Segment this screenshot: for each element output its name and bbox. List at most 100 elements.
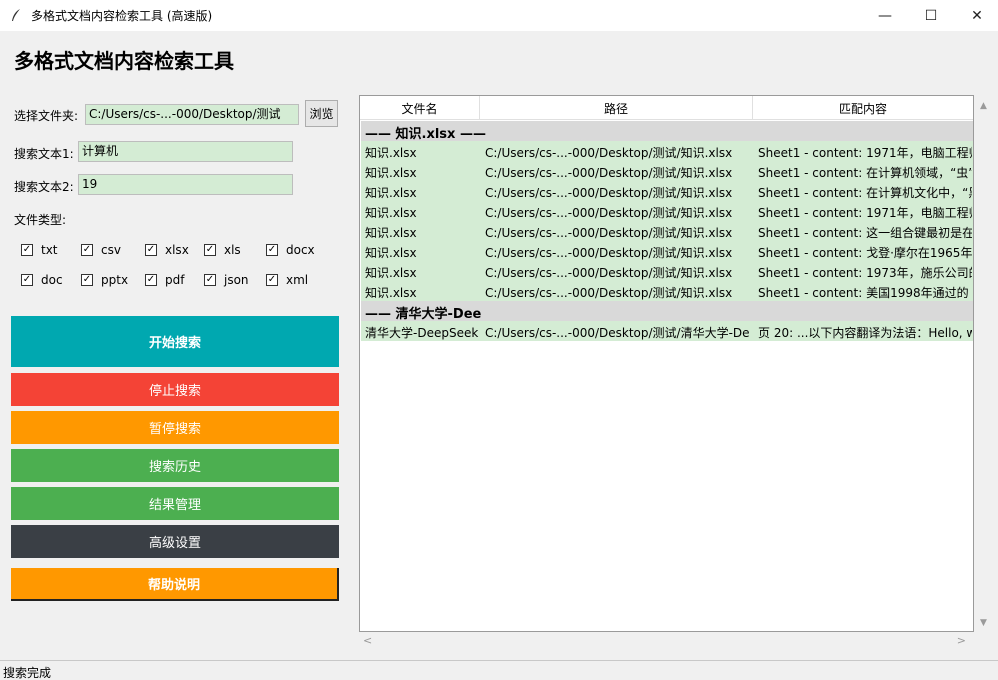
table-row[interactable]: 知识.xlsx C:/Users/cs-...-000/Desktop/测试/知…	[361, 181, 973, 201]
cell-path: C:/Users/cs-...-000/Desktop/测试/知识.xlsx	[485, 246, 733, 260]
search-history-button[interactable]: 搜索历史	[11, 449, 339, 482]
cell-path: C:/Users/cs-...-000/Desktop/测试/知识.xlsx	[485, 226, 733, 240]
checkbox-label: csv	[101, 243, 121, 257]
checkbox-pptx[interactable]: ✓ pptx	[81, 273, 128, 287]
cell-match: Sheet1 - content: 1971年，电脑工程师	[758, 206, 972, 220]
checkbox-label: json	[224, 273, 249, 287]
cell-filename: 清华大学-DeepSeek	[365, 326, 479, 340]
window-title: 多格式文档内容检索工具 (高速版)	[31, 9, 213, 23]
column-header-filename[interactable]: 文件名	[360, 96, 480, 120]
checkbox-docx[interactable]: ✓ docx	[266, 243, 315, 257]
checkbox-check-icon: ✓	[81, 274, 93, 286]
cell-path: C:/Users/cs-...-000/Desktop/测试/知识.xlsx	[485, 186, 733, 200]
table-row[interactable]: 知识.xlsx C:/Users/cs-...-000/Desktop/测试/知…	[361, 261, 973, 281]
folder-path-input[interactable]: C:/Users/cs-...-000/Desktop/测试	[85, 104, 299, 125]
maximize-button[interactable]: ☐	[908, 0, 954, 31]
cell-filename: 知识.xlsx	[365, 266, 417, 280]
table-row[interactable]: 知识.xlsx C:/Users/cs-...-000/Desktop/测试/知…	[361, 201, 973, 221]
cell-filename: 知识.xlsx	[365, 186, 417, 200]
filetypes-label: 文件类型:	[14, 213, 67, 227]
help-button[interactable]: 帮助说明	[11, 568, 339, 601]
checkbox-check-icon: ✓	[266, 274, 278, 286]
checkbox-check-icon: ✓	[204, 244, 216, 256]
checkbox-pdf[interactable]: ✓ pdf	[145, 273, 184, 287]
checkbox-check-icon: ✓	[266, 244, 278, 256]
column-header-path[interactable]: 路径	[480, 96, 753, 120]
group-title: —— 清华大学-Dee	[365, 307, 482, 322]
checkbox-label: pptx	[101, 273, 129, 287]
checkbox-csv[interactable]: ✓ csv	[81, 243, 121, 257]
scroll-down-icon[interactable]: ▼	[980, 618, 987, 628]
table-row[interactable]: 清华大学-DeepSeek C:/Users/cs-...-000/Deskto…	[361, 321, 973, 341]
cell-match: Sheet1 - content: 1973年，施乐公司的	[758, 266, 972, 280]
checkbox-label: txt	[41, 243, 58, 257]
checkbox-json[interactable]: ✓ json	[204, 273, 249, 287]
search-text2-label: 搜索文本2:	[14, 180, 74, 194]
checkbox-check-icon: ✓	[145, 274, 157, 286]
cell-filename: 知识.xlsx	[365, 206, 417, 220]
checkbox-label: xlsx	[165, 243, 189, 257]
close-icon: ✕	[971, 7, 983, 24]
status-bar: 搜索完成	[0, 660, 998, 680]
minimize-button[interactable]: —	[862, 0, 908, 31]
checkbox-check-icon: ✓	[81, 244, 93, 256]
start-search-button[interactable]: 开始搜索	[11, 316, 339, 367]
cell-path: C:/Users/cs-...-000/Desktop/测试/知识.xlsx	[485, 206, 733, 220]
search-text1-label: 搜索文本1:	[14, 147, 74, 161]
checkbox-label: pdf	[165, 273, 185, 287]
cell-match: Sheet1 - content: 在计算机领域，“虫”	[758, 166, 972, 180]
checkbox-check-icon: ✓	[145, 244, 157, 256]
results-table[interactable]: 文件名 路径 匹配内容 —— 知识.xlsx —— 知识.xlsx C:/Use…	[359, 95, 974, 632]
checkbox-xls[interactable]: ✓ xls	[204, 243, 241, 257]
table-row[interactable]: 知识.xlsx C:/Users/cs-...-000/Desktop/测试/知…	[361, 141, 973, 161]
table-header: 文件名 路径 匹配内容	[360, 96, 973, 120]
pause-search-button[interactable]: 暂停搜索	[11, 411, 339, 444]
cell-path: C:/Users/cs-...-000/Desktop/测试/知识.xlsx	[485, 266, 733, 280]
checkbox-label: xls	[224, 243, 241, 257]
horizontal-scrollbar[interactable]: < >	[359, 634, 974, 648]
advanced-settings-button[interactable]: 高级设置	[11, 525, 339, 558]
browse-button[interactable]: 浏览	[305, 100, 338, 127]
table-row[interactable]: 知识.xlsx C:/Users/cs-...-000/Desktop/测试/知…	[361, 161, 973, 181]
cell-match: Sheet1 - content: 戈登·摩尔在1965年预	[758, 246, 972, 260]
cell-path: C:/Users/cs-...-000/Desktop/测试/清华大学-De	[485, 326, 750, 340]
folder-label: 选择文件夹:	[14, 109, 79, 123]
checkbox-xlsx[interactable]: ✓ xlsx	[145, 243, 189, 257]
group-row[interactable]: —— 清华大学-Dee	[361, 301, 973, 322]
search-text1-input[interactable]: 计算机	[78, 141, 293, 162]
table-row[interactable]: 知识.xlsx C:/Users/cs-...-000/Desktop/测试/知…	[361, 281, 973, 301]
cell-match: Sheet1 - content: 美国1998年通过的《	[758, 286, 972, 300]
app-heading: 多格式文档内容检索工具	[14, 49, 234, 73]
cell-filename: 知识.xlsx	[365, 226, 417, 240]
checkbox-check-icon: ✓	[21, 274, 33, 286]
group-row[interactable]: —— 知识.xlsx ——	[361, 121, 973, 142]
cell-filename: 知识.xlsx	[365, 166, 417, 180]
cell-filename: 知识.xlsx	[365, 246, 417, 260]
feather-icon	[12, 9, 20, 21]
maximize-icon: ☐	[924, 7, 938, 24]
cell-filename: 知识.xlsx	[365, 146, 417, 160]
scroll-up-icon[interactable]: ▲	[980, 101, 987, 111]
cell-match: Sheet1 - content: 1971年，电脑工程师	[758, 146, 972, 160]
checkbox-xml[interactable]: ✓ xml	[266, 273, 308, 287]
scroll-right-icon[interactable]: >	[957, 634, 966, 647]
status-text: 搜索完成	[3, 666, 52, 680]
result-management-button[interactable]: 结果管理	[11, 487, 339, 520]
checkbox-label: xml	[286, 273, 309, 287]
checkbox-label: doc	[41, 273, 63, 287]
search-text2-input[interactable]: 19	[78, 174, 293, 195]
vertical-scrollbar[interactable]: ▲ ▼	[975, 95, 993, 632]
cell-path: C:/Users/cs-...-000/Desktop/测试/知识.xlsx	[485, 166, 733, 180]
checkbox-doc[interactable]: ✓ doc	[21, 273, 63, 287]
column-header-match[interactable]: 匹配内容	[753, 96, 973, 120]
close-button[interactable]: ✕	[954, 0, 998, 31]
table-row[interactable]: 知识.xlsx C:/Users/cs-...-000/Desktop/测试/知…	[361, 221, 973, 241]
cell-path: C:/Users/cs-...-000/Desktop/测试/知识.xlsx	[485, 146, 733, 160]
scroll-left-icon[interactable]: <	[363, 634, 372, 647]
checkbox-txt[interactable]: ✓ txt	[21, 243, 58, 257]
table-row[interactable]: 知识.xlsx C:/Users/cs-...-000/Desktop/测试/知…	[361, 241, 973, 261]
cell-match: Sheet1 - content: 这一组合键最初是在	[758, 226, 972, 240]
title-bar: 多格式文档内容检索工具 (高速版) — ☐ ✕	[0, 0, 998, 31]
group-title: —— 知识.xlsx ——	[365, 127, 486, 142]
stop-search-button[interactable]: 停止搜索	[11, 373, 339, 406]
